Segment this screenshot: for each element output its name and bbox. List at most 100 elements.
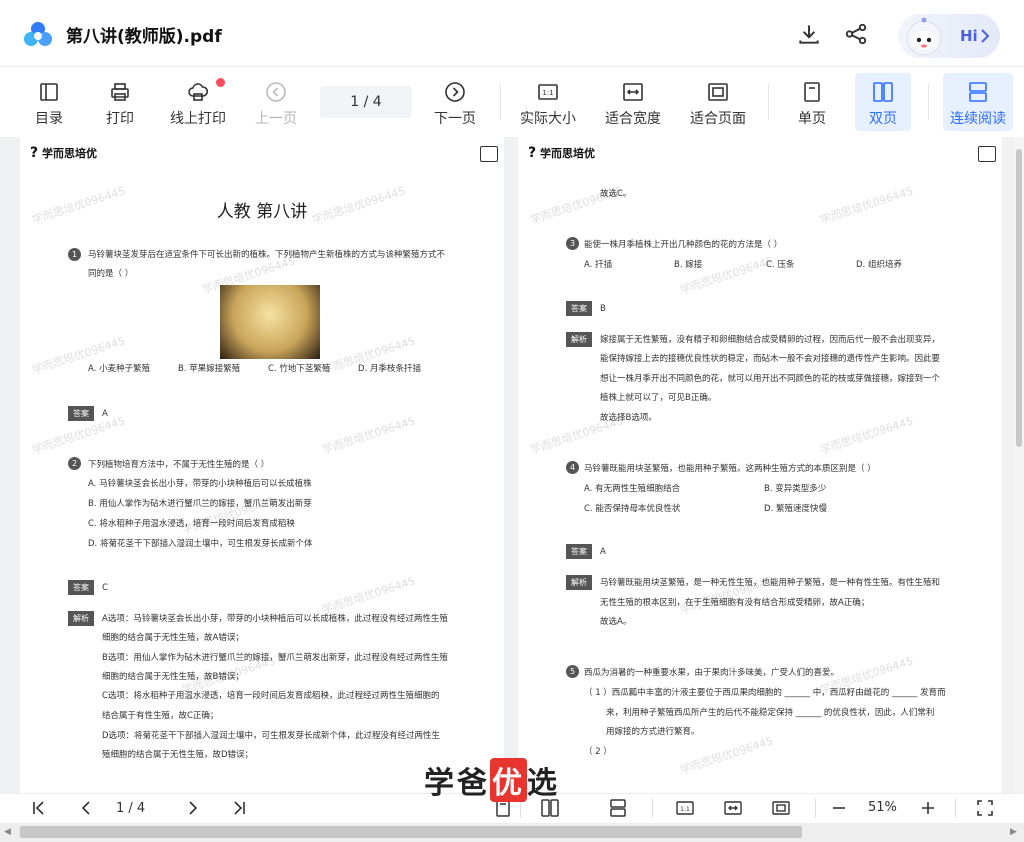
double-page-button[interactable]: 双页	[855, 73, 911, 131]
print-label: 打印	[106, 111, 134, 127]
single-page-label: 单页	[798, 111, 826, 127]
download-icon[interactable]	[796, 21, 822, 47]
question-number: 2	[68, 457, 81, 470]
prev-page-icon[interactable]	[78, 799, 96, 817]
scroll-left-arrow-icon[interactable]: ◀	[4, 827, 11, 837]
question-number: 4	[566, 461, 579, 474]
page-indicator[interactable]: 1 / 4	[320, 86, 412, 118]
online-print-label: 线上打印	[170, 111, 226, 127]
next-page-icon[interactable]	[183, 799, 201, 817]
assistant-button[interactable]: Hi	[898, 14, 1000, 58]
fit-width-icon	[623, 83, 643, 101]
analysis-line: 细胞的结合属于无性生殖，故A错误；	[102, 633, 244, 643]
zoom-in-icon[interactable]	[919, 799, 937, 817]
answer-value: B	[600, 304, 606, 314]
single-page-button[interactable]: 单页	[777, 73, 847, 131]
first-page-icon[interactable]	[30, 799, 48, 817]
answer-tag: 答案	[566, 544, 592, 559]
answer-value: A	[102, 409, 108, 419]
prev-page-button[interactable]: 上一页	[241, 73, 311, 131]
toolbar: 目录 打印 线上打印 上一页 下一页 1:1 实际大小 适合宽度 适合页面 单页…	[0, 66, 1024, 136]
analysis-line: D选项：将菊花茎干下部插入湿润土壤中，可生根发芽长成新个体，此过程没有经过两性生	[102, 731, 441, 741]
question-number: 1	[68, 248, 81, 261]
zoom-out-icon[interactable]	[830, 799, 848, 817]
analysis-tag: 解析	[566, 332, 592, 347]
question-number: 5	[566, 665, 579, 678]
analysis-tag: 解析	[566, 575, 592, 590]
bottom-divider	[652, 798, 653, 818]
scroll-right-arrow-icon[interactable]: ▶	[1010, 827, 1017, 837]
analysis-line: 故选C。	[600, 189, 632, 199]
analysis-line: C选项：将水稻种子用温水浸透，培育一段时间后发育成稻秧，此过程经过两性生殖细胞的	[102, 691, 440, 701]
continuous-icon[interactable]	[609, 799, 627, 817]
option: D. 组织培养	[856, 260, 902, 270]
last-page-icon[interactable]	[230, 799, 248, 817]
fit-width-button[interactable]: 适合宽度	[598, 73, 668, 131]
actual-size-button[interactable]: 1:1 实际大小	[513, 73, 583, 131]
next-page-label: 下一页	[434, 111, 476, 127]
option: A. 有无两性生殖细胞结合	[584, 484, 681, 494]
option: D. 将菊花茎干下部插入湿润土壤中，可生根发芽长成新个体	[88, 539, 313, 549]
double-page-label: 双页	[869, 111, 897, 127]
bottom-page-indicator[interactable]: 1 / 4	[116, 801, 145, 816]
option: D. 月季枝条扦插	[358, 364, 421, 374]
actual-size-icon: 1:1	[538, 84, 558, 100]
next-page-button[interactable]: 下一页	[420, 73, 490, 131]
analysis-line: 能保持嫁接上去的接穗优良性状的稳定，而砧木一般不会对接穗的遗传性产生影响。因此要	[600, 354, 941, 364]
toolbar-divider	[500, 84, 501, 120]
double-page-icon	[873, 82, 893, 102]
cloud-print-icon	[188, 83, 209, 101]
option: A. 小麦种子繁殖	[88, 364, 151, 374]
answer-value: C	[102, 583, 108, 593]
fullscreen-icon[interactable]	[976, 799, 994, 817]
option: C. 竹地下茎繁殖	[268, 364, 331, 374]
question-stem: 同的是（ ）	[88, 269, 134, 279]
actual-size-label: 实际大小	[520, 111, 576, 127]
vertical-scrollbar[interactable]	[1014, 137, 1024, 793]
analysis-line: A选项：马铃薯块茎会长出小芽，带芽的小块种植后可以长成植株，此过程没有经过两性生…	[102, 614, 448, 624]
watermark: 学而思培优096445	[320, 414, 417, 457]
analysis-line: 马铃薯既能用块茎繁殖，是一种无性生殖，也能用种子繁殖，是一种有性生殖。有性生殖和	[600, 578, 941, 588]
zoom-level[interactable]: 51%	[868, 800, 897, 815]
analysis-line: B选项：用仙人掌作为砧木进行蟹爪兰的嫁接，蟹爪兰萌发出新芽，此过程没有经过两性生…	[102, 653, 448, 663]
answer-tag: 答案	[566, 301, 592, 316]
stamp-icon	[978, 146, 996, 162]
toc-button[interactable]: 目录	[14, 73, 84, 131]
analysis-line: 植株上就可以了，可见B正确。	[600, 393, 717, 403]
app-header: 第八讲(教师版).pdf Hi	[0, 0, 1024, 66]
option: C. 能否保持母本优良性状	[584, 504, 681, 514]
analysis-line: 殖细胞的结合属于无性生殖，故D错误；	[102, 750, 254, 760]
continuous-read-button[interactable]: 连续阅读	[943, 73, 1013, 131]
horizontal-scrollbar[interactable]: ◀ ▶	[0, 823, 1024, 842]
assistant-label: Hi	[960, 27, 978, 45]
brand-logo: ? 学而思培优	[528, 145, 595, 161]
answer-tag: 答案	[68, 580, 94, 595]
option: D. 繁殖速度快慢	[764, 504, 827, 514]
watermark: 学而思培优096445	[818, 414, 915, 457]
robot-avatar-icon	[906, 17, 942, 56]
option: A. 扦插	[584, 260, 613, 270]
question-stem: 西瓜为消暑的一种重要水果，由于果肉汁多味美，广受人们的喜爱。	[584, 668, 840, 678]
fit-page-button[interactable]: 适合页面	[683, 73, 753, 131]
option: B. 变异类型多少	[764, 484, 827, 494]
fit-width-icon[interactable]	[724, 799, 742, 817]
analysis-tag: 解析	[68, 611, 94, 626]
question-stem: 能使一株月季植株上开出几种颜色的花的方法是（ ）	[584, 240, 783, 250]
horizontal-scrollbar-thumb[interactable]	[20, 826, 802, 838]
toc-label: 目录	[35, 111, 63, 127]
chevron-right-icon	[981, 29, 990, 43]
fit-page-icon[interactable]	[772, 799, 790, 817]
sub-question: （ 2 ）	[584, 747, 612, 757]
toolbar-divider	[928, 84, 929, 120]
toc-icon	[40, 83, 58, 101]
continuous-read-label: 连续阅读	[950, 111, 1006, 127]
next-page-icon	[445, 82, 465, 102]
page-1: ? 学而思培优 学而思培优096445 学而思培优096445 学而思培优096…	[20, 137, 504, 793]
actual-size-icon[interactable]: 1:1	[676, 799, 694, 817]
share-icon[interactable]	[843, 21, 869, 47]
single-page-icon	[804, 82, 820, 102]
print-button[interactable]: 打印	[85, 73, 155, 131]
document-viewport[interactable]: ? 学而思培优 学而思培优096445 学而思培优096445 学而思培优096…	[0, 137, 1024, 793]
vertical-scrollbar-thumb[interactable]	[1016, 149, 1022, 447]
sub-question: （ 1 ）西瓜瓤中丰富的汁液主要位于西瓜果肉细胞的 ______ 中，西瓜籽由雌…	[584, 688, 946, 698]
